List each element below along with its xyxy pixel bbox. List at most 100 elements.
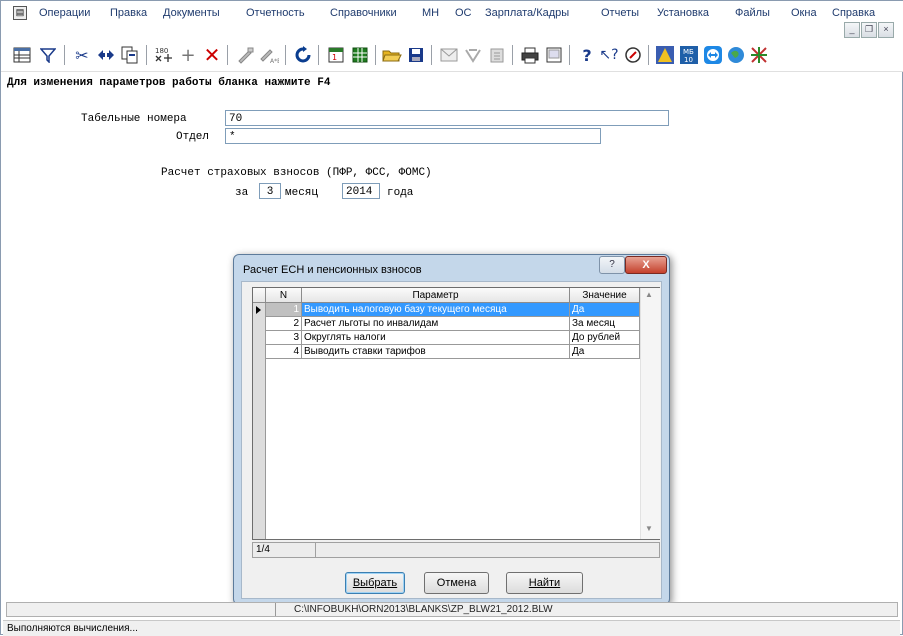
system-menu-icon[interactable]: ▤ (13, 6, 27, 20)
za-label: за (235, 187, 249, 199)
menu-item-reporting[interactable]: Отчетность (246, 7, 305, 19)
dialog-help-button[interactable]: ? (599, 256, 625, 274)
print-icon[interactable] (519, 44, 541, 66)
scroll-up-icon[interactable]: ▲ (645, 290, 653, 299)
refresh-icon[interactable] (292, 44, 314, 66)
row-value-cell[interactable]: Да (570, 303, 640, 317)
row-param-cell[interactable]: Выводить налоговую базу текущего месяца (302, 303, 570, 317)
find-button-label: Найти (528, 577, 561, 589)
mail-icon[interactable] (462, 44, 484, 66)
delete-icon[interactable]: ✕ (201, 43, 223, 67)
grid-status-bar: 1/4 (252, 542, 660, 558)
row-number-cell[interactable]: 2 (266, 317, 302, 331)
calc-title-text: Расчет страховых взносов (ПФР, ФСС, ФОМС… (161, 167, 432, 179)
send-icon[interactable] (438, 44, 460, 66)
year-label: года (387, 187, 414, 199)
open-folder-icon[interactable] (381, 44, 403, 66)
toolbar-separator (64, 45, 65, 65)
minimize-button[interactable]: _ (844, 22, 860, 38)
menu-item-help[interactable]: Справка (832, 7, 875, 19)
network-icon[interactable] (748, 44, 770, 66)
replace-all-icon[interactable]: A*B (258, 44, 280, 66)
menu-item-windows[interactable]: Окна (791, 7, 817, 19)
context-help-icon[interactable]: ↖? (598, 44, 620, 66)
cut-icon[interactable]: ✂ (71, 44, 93, 66)
menu-item-edit[interactable]: Правка (110, 7, 147, 19)
restore-button[interactable]: ❐ (861, 22, 877, 38)
move-icon[interactable] (95, 44, 117, 66)
row-number-cell[interactable]: 3 (266, 331, 302, 345)
assistant-icon[interactable] (654, 44, 676, 66)
otdel-label: Отдел (176, 131, 210, 143)
f4-hint-text: Для изменения параметров работы бланка н… (7, 77, 331, 89)
tabel-label: Табельные номера (81, 113, 187, 125)
toolbar-separator (146, 45, 147, 65)
dialog-body: N Параметр Значение 1 Выводить налоговую … (241, 281, 662, 599)
toolbar-separator (431, 45, 432, 65)
toolbar-separator (318, 45, 319, 65)
menu-item-payroll[interactable]: Зарплата/Кадры (485, 7, 569, 19)
add-icon[interactable]: + (177, 44, 199, 66)
menu-item-reports[interactable]: Отчеты (601, 7, 639, 19)
row-param-cell[interactable]: Расчет льготы по инвалидам (302, 317, 570, 331)
spreadsheet-icon[interactable] (349, 44, 371, 66)
filter-icon[interactable] (37, 44, 59, 66)
column-header-value[interactable]: Значение (570, 288, 640, 303)
calendar-icon[interactable]: 1 (325, 44, 347, 66)
month-label: месяц (285, 187, 319, 199)
menu-item-os[interactable]: ОС (455, 7, 472, 19)
vertical-scrollbar[interactable]: ▲ ▼ (640, 288, 660, 539)
find-button[interactable]: Найти (506, 572, 583, 594)
teamviewer-icon[interactable] (702, 44, 724, 66)
toolbar-separator (569, 45, 570, 65)
menu-bar: ▤ Операции Правка Документы Отчетность С… (1, 1, 903, 41)
toolbar-separator (375, 45, 376, 65)
menu-item-documents[interactable]: Документы (163, 7, 220, 19)
row-value-cell[interactable]: Да (570, 345, 640, 359)
archive-icon[interactable] (486, 44, 508, 66)
department-input[interactable]: * (225, 128, 601, 144)
path-bar: C:\INFOBUKH\ORN2013\BLANKS\ZP_BLW21_2012… (6, 602, 898, 617)
tabel-numbers-input[interactable]: 70 (225, 110, 669, 126)
row-param-cell[interactable]: Выводить ставки тарифов (302, 345, 570, 359)
cancel-button[interactable]: Отмена (424, 572, 489, 594)
globe-icon[interactable] (725, 44, 747, 66)
replace-icon[interactable] (234, 44, 256, 66)
params-dialog: Расчет ЕСН и пенсионных взносов ? X N Па… (233, 254, 670, 605)
close-window-button[interactable]: × (878, 22, 894, 38)
row-number-cell[interactable]: 4 (266, 345, 302, 359)
row-indicator-column (253, 303, 266, 539)
preview-icon[interactable] (543, 44, 565, 66)
row-number-cell[interactable]: 1 (266, 303, 302, 317)
select-button[interactable]: Выбрать (345, 572, 405, 594)
path-divider (275, 603, 276, 616)
params-grid[interactable]: N Параметр Значение 1 Выводить налоговую … (252, 287, 660, 540)
menu-item-files[interactable]: Файлы (735, 7, 770, 19)
row-param-cell[interactable]: Округлять налоги (302, 331, 570, 345)
current-row-indicator-icon (256, 306, 261, 314)
calculator-icon[interactable]: 180 (153, 44, 175, 66)
toolbar: ✂ 180 + ✕ A*B 1 (1, 41, 903, 72)
row-value-cell[interactable]: За месяц (570, 317, 640, 331)
copy-icon[interactable] (119, 44, 141, 66)
table-icon[interactable] (11, 44, 33, 66)
toolbar-separator (648, 45, 649, 65)
scroll-down-icon[interactable]: ▼ (645, 524, 653, 533)
month-input[interactable]: 3 (259, 183, 281, 199)
help-icon[interactable]: ? (576, 44, 598, 66)
mb-icon[interactable]: МБ 10 (678, 44, 700, 66)
svg-text:A*B: A*B (270, 58, 279, 64)
year-input[interactable]: 2014 (342, 183, 380, 199)
select-button-label: Выбрать (352, 577, 398, 589)
compass-icon[interactable] (622, 44, 644, 66)
status-divider (315, 543, 316, 557)
menu-item-mn[interactable]: МН (422, 7, 439, 19)
menu-item-operations[interactable]: Операции (39, 7, 90, 19)
column-header-param[interactable]: Параметр (302, 288, 570, 303)
row-value-cell[interactable]: До рублей (570, 331, 640, 345)
column-header-n[interactable]: N (266, 288, 302, 303)
menu-item-settings[interactable]: Установка (657, 7, 709, 19)
menu-item-directories[interactable]: Справочники (330, 7, 397, 19)
save-icon[interactable] (405, 44, 427, 66)
dialog-close-button[interactable]: X (625, 256, 667, 274)
